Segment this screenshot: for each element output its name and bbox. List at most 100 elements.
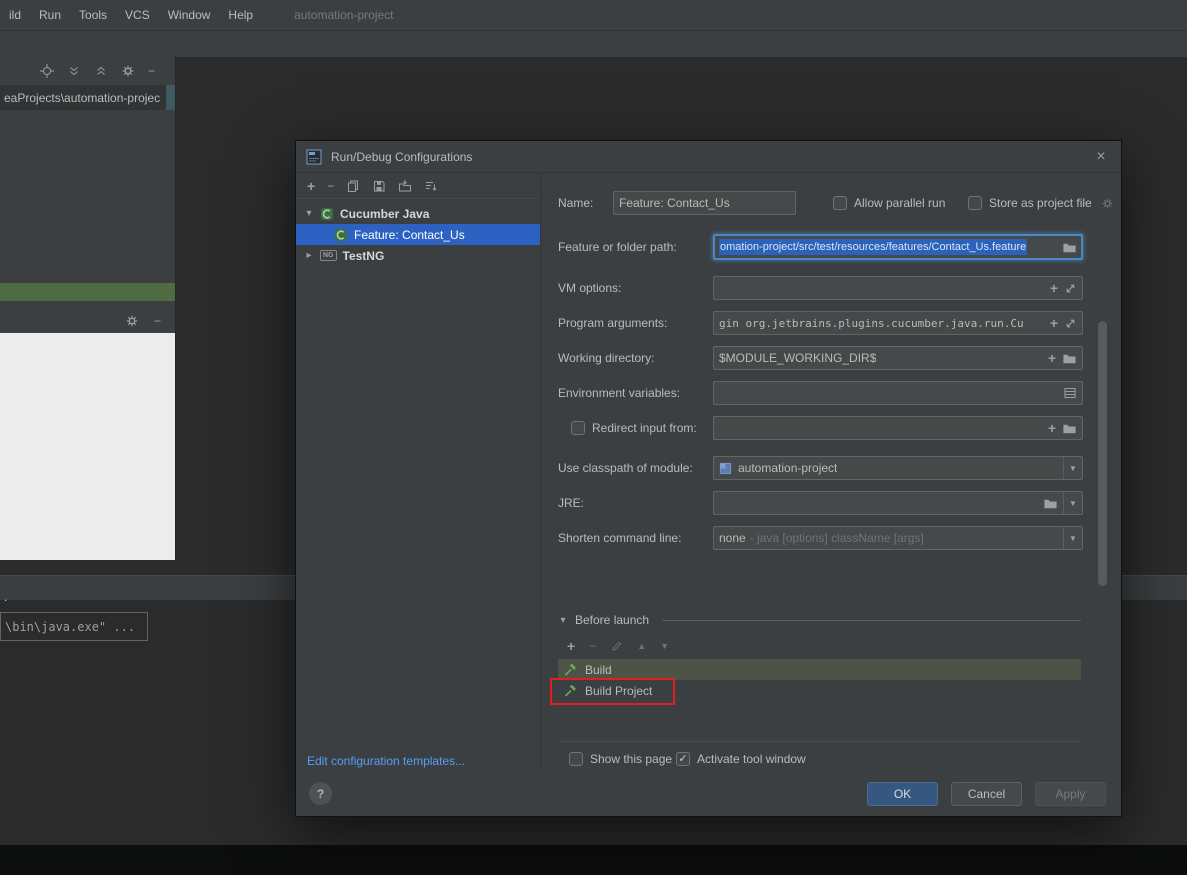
chevron-right-icon[interactable]: ▸ [304, 250, 314, 261]
configuration-form: Name: Feature: Contact_Us Allow parallel… [542, 173, 1121, 771]
menu-tools[interactable]: Tools [70, 0, 116, 30]
dropdown-arrow-icon[interactable]: ▼ [1063, 492, 1082, 514]
checkbox-label: Allow parallel run [854, 196, 946, 210]
menu-run[interactable]: Run [30, 0, 70, 30]
status-strip [0, 845, 1187, 875]
project-root-tab[interactable]: eaProjects\automation-projec [0, 85, 175, 110]
browse-folder-icon[interactable] [1062, 351, 1077, 366]
insert-macro-icon[interactable]: + [1048, 351, 1056, 365]
help-button[interactable]: ? [309, 782, 332, 805]
allow-parallel-run-checkbox[interactable]: Allow parallel run [833, 194, 945, 212]
chevron-down-icon[interactable]: ▾ [558, 615, 568, 626]
tab-edge [166, 85, 175, 110]
use-classpath-label: Use classpath of module: [558, 461, 693, 475]
edit-configuration-templates-link[interactable]: Edit configuration templates... [307, 754, 465, 768]
shorten-command-line-label: Shorten command line: [558, 531, 682, 545]
move-down-icon[interactable]: ▼ [660, 641, 669, 651]
expand-all-icon[interactable] [67, 64, 81, 78]
project-tool-window: − eaProjects\automation-projec − [0, 57, 176, 560]
browse-folder-icon[interactable] [1043, 496, 1058, 511]
browse-folder-icon[interactable] [1062, 421, 1077, 436]
classpath-module-combo[interactable]: automation-project ▼ [713, 456, 1083, 480]
menu-build[interactable]: ild [0, 0, 30, 30]
name-field[interactable]: Feature: Contact_Us [613, 191, 796, 215]
before-launch-task-build-project[interactable]: Build Project [558, 680, 1081, 701]
before-launch-label: Before launch [575, 613, 650, 627]
hide-icon[interactable]: − [154, 315, 161, 327]
close-icon[interactable]: × [1091, 148, 1111, 166]
selected-row-highlight[interactable] [0, 283, 175, 301]
expand-field-icon[interactable] [1064, 317, 1077, 330]
dialog-title-bar[interactable]: Run/Debug Configurations × [296, 141, 1121, 173]
environment-variables-field[interactable] [713, 381, 1083, 405]
move-up-icon[interactable]: ▲ [637, 641, 646, 651]
menu-vcs[interactable]: VCS [116, 0, 159, 30]
collapse-all-icon[interactable] [94, 64, 108, 78]
tree-group-testng[interactable]: ▸ NG TestNG [296, 245, 540, 266]
sort-configurations-icon[interactable] [424, 179, 438, 193]
menu-help[interactable]: Help [219, 0, 262, 30]
module-icon [719, 462, 732, 475]
insert-macro-icon[interactable]: + [1048, 421, 1056, 435]
browse-folder-icon[interactable] [1062, 240, 1077, 255]
copy-configuration-icon[interactable] [346, 179, 360, 193]
dropdown-arrow-icon[interactable]: ▼ [1063, 527, 1082, 549]
checkbox-box-checked[interactable]: ✓ [676, 752, 690, 766]
edit-task-icon[interactable] [610, 640, 623, 653]
browse-variables-icon[interactable] [1063, 386, 1077, 400]
checkbox-label: Store as project file [989, 196, 1092, 210]
main-toolbar [0, 30, 1187, 57]
save-configuration-icon[interactable] [372, 179, 386, 193]
move-configuration-icon[interactable] [398, 179, 412, 193]
before-launch-task-build[interactable]: Build [558, 659, 1081, 680]
store-as-project-file-checkbox[interactable]: Store as project file [968, 194, 1114, 212]
tree-item-feature-contact-us[interactable]: Feature: Contact_Us [296, 224, 540, 245]
hide-panel-icon[interactable]: − [148, 65, 155, 77]
checkbox-box[interactable] [569, 752, 583, 766]
insert-macro-icon[interactable]: + [1050, 281, 1058, 295]
tree-item-label: Feature: Contact_Us [354, 227, 465, 242]
expand-field-icon[interactable] [1064, 282, 1077, 295]
classpath-module-value: automation-project [738, 461, 838, 475]
dropdown-arrow-icon[interactable]: ▼ [1063, 457, 1082, 479]
checkbox-label: Activate tool window [697, 752, 806, 766]
remove-task-icon[interactable]: − [589, 640, 596, 652]
name-label: Name: [558, 196, 594, 210]
settings-gear-icon[interactable] [121, 64, 135, 78]
run-debug-configurations-dialog: Run/Debug Configurations × + − ▾ Cucumbe… [295, 140, 1122, 817]
apply-button[interactable]: Apply [1035, 781, 1106, 806]
dialog-scrollbar[interactable] [1098, 321, 1107, 586]
feature-path-field[interactable]: omation-project/src/test/resources/featu… [713, 234, 1083, 260]
working-directory-value: $MODULE_WORKING_DIR$ [719, 351, 877, 365]
vm-options-field[interactable]: + [713, 276, 1083, 300]
shorten-command-line-combo[interactable]: none - java [options] className [args] ▼ [713, 526, 1083, 550]
working-directory-field[interactable]: $MODULE_WORKING_DIR$ + [713, 346, 1083, 370]
empty-panel [0, 333, 175, 560]
add-configuration-icon[interactable]: + [307, 179, 315, 193]
tree-group-label: TestNG [342, 248, 385, 263]
before-launch-header[interactable]: ▾ Before launch [558, 613, 1081, 627]
gear-icon[interactable] [125, 314, 139, 328]
remove-configuration-icon[interactable]: − [327, 180, 334, 192]
jre-combo[interactable]: ▼ [713, 491, 1083, 515]
locate-icon[interactable] [40, 64, 54, 78]
checkbox-box[interactable] [968, 196, 982, 210]
redirect-input-field[interactable]: + [713, 416, 1083, 440]
program-arguments-field[interactable]: gin org.jetbrains.plugins.cucumber.java.… [713, 311, 1083, 335]
redirect-input-checkbox[interactable]: Redirect input from: [571, 419, 697, 437]
insert-macro-icon[interactable]: + [1050, 316, 1058, 330]
chevron-down-icon[interactable]: ▾ [304, 208, 314, 219]
store-settings-gear-icon[interactable] [1101, 197, 1114, 210]
program-arguments-value: gin org.jetbrains.plugins.cucumber.java.… [719, 316, 1024, 330]
tree-group-cucumber-java[interactable]: ▾ Cucumber Java [296, 203, 540, 224]
add-task-icon[interactable]: + [567, 639, 575, 653]
cancel-button[interactable]: Cancel [951, 781, 1022, 806]
show-this-page-checkbox[interactable]: Show this page [569, 750, 672, 768]
dialog-footer: ? OK Cancel Apply [296, 771, 1121, 816]
tree-group-label: Cucumber Java [340, 206, 430, 221]
activate-tool-window-checkbox[interactable]: ✓ Activate tool window [676, 750, 806, 768]
menu-window[interactable]: Window [159, 0, 220, 30]
checkbox-box[interactable] [833, 196, 847, 210]
ok-button[interactable]: OK [867, 781, 938, 806]
checkbox-box[interactable] [571, 421, 585, 435]
